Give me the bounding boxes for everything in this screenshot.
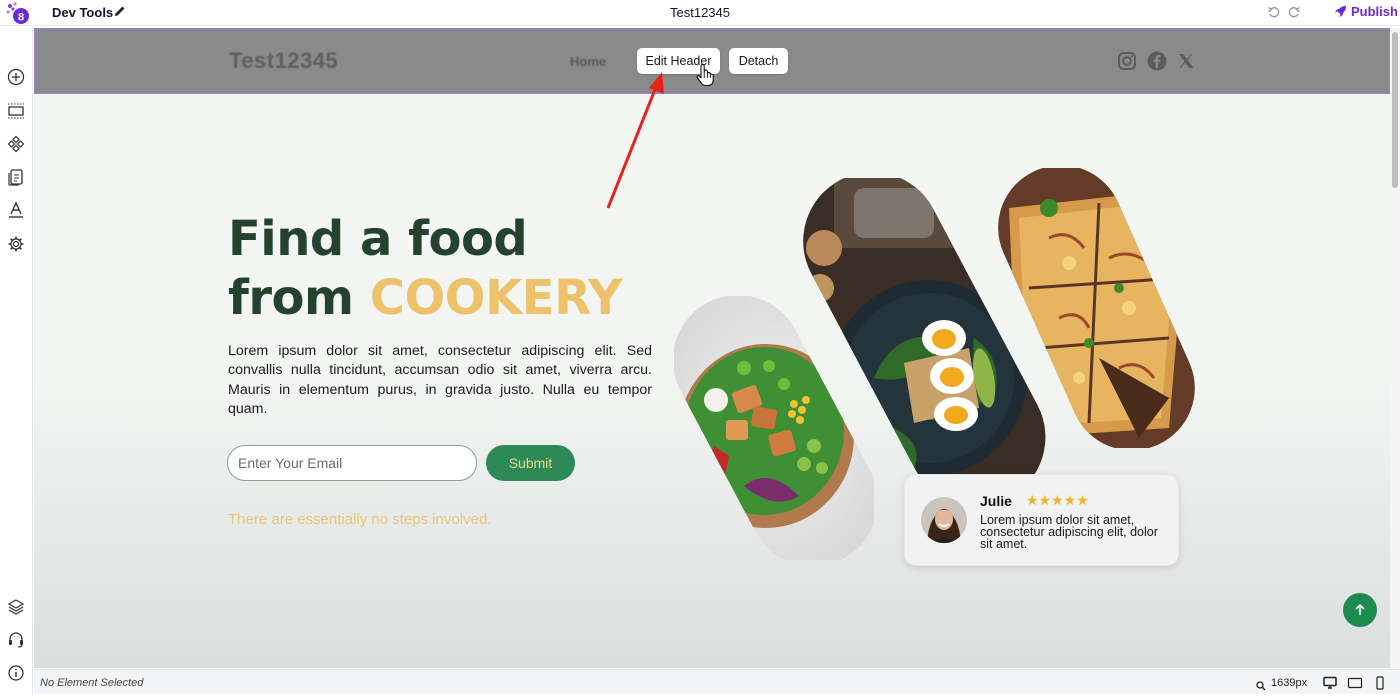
facebook-icon xyxy=(1147,51,1167,71)
x-icon xyxy=(1176,51,1196,71)
app-title: Dev Tools xyxy=(52,5,114,20)
publish-button[interactable]: Publish xyxy=(1334,4,1398,19)
edit-pencil-icon[interactable] xyxy=(113,4,127,18)
app-logo-icon[interactable]: 8 xyxy=(4,1,30,25)
hero-title: Find a food from COOKERY xyxy=(228,210,623,328)
info-icon[interactable] xyxy=(6,663,26,683)
top-bar: 8 Dev Tools Test12345 Publish xyxy=(0,0,1400,26)
rating-stars: ★★★★★ xyxy=(1026,492,1089,508)
support-headset-icon[interactable] xyxy=(6,630,26,650)
redo-icon[interactable] xyxy=(1287,5,1301,19)
mobile-view-icon[interactable] xyxy=(1372,676,1388,690)
review-text: Lorem ipsum dolor sit amet, consectetur … xyxy=(980,513,1158,551)
hero-description: Lorem ipsum dolor sit amet, consectetur … xyxy=(228,343,652,417)
arrow-up-icon xyxy=(1355,603,1365,615)
desktop-view-icon[interactable] xyxy=(1322,676,1338,690)
rocket-icon xyxy=(1334,5,1347,18)
hero-note: There are essentially no steps involved. xyxy=(228,511,492,528)
search-icon xyxy=(1256,678,1266,691)
reviewer-avatar xyxy=(921,497,967,543)
page-name: Test12345 xyxy=(670,5,730,20)
hand-cursor-icon xyxy=(695,63,715,87)
site-header[interactable]: Test12345 Home Edit Header Detach xyxy=(34,28,1390,94)
publish-label: Publish xyxy=(1351,4,1398,19)
components-icon[interactable] xyxy=(6,134,26,154)
settings-gear-icon[interactable] xyxy=(6,234,26,254)
hero-title-line1: Find a food xyxy=(228,211,528,267)
reviewer-name: Julie xyxy=(980,493,1012,509)
hero-title-accent: COOKERY xyxy=(369,270,623,326)
left-sidebar xyxy=(0,27,33,694)
selection-status: No Element Selected xyxy=(40,677,144,689)
section-icon[interactable] xyxy=(6,101,26,121)
submit-button[interactable]: Submit xyxy=(486,445,575,481)
status-bar: No Element Selected 1639px xyxy=(34,669,1400,694)
detach-button[interactable]: Detach xyxy=(729,48,788,74)
typography-icon[interactable] xyxy=(6,200,26,220)
scrollbar-thumb[interactable] xyxy=(1392,32,1398,188)
back-to-top-button[interactable] xyxy=(1343,593,1377,627)
instagram-icon xyxy=(1117,51,1137,71)
header-logo-text: Test12345 xyxy=(229,48,339,73)
undo-icon[interactable] xyxy=(1267,5,1281,19)
viewport-width-readout[interactable]: 1639px xyxy=(1271,677,1307,689)
svg-text:8: 8 xyxy=(18,12,24,24)
pizza-image[interactable] xyxy=(989,168,1204,448)
email-input[interactable] xyxy=(227,445,477,481)
review-card: Julie ★★★★★ Lorem ipsum dolor sit amet, … xyxy=(904,474,1179,566)
layers-icon[interactable] xyxy=(6,597,26,617)
add-element-icon[interactable] xyxy=(6,67,26,87)
tablet-view-icon[interactable] xyxy=(1347,676,1363,690)
pages-icon[interactable] xyxy=(6,167,26,187)
red-annotation-arrow xyxy=(606,72,664,209)
editor-canvas[interactable]: Test12345 Home Edit Header Detach Find a… xyxy=(34,28,1390,668)
hero-title-line2-prefix: from xyxy=(228,270,370,326)
header-nav-home: Home xyxy=(570,54,607,69)
